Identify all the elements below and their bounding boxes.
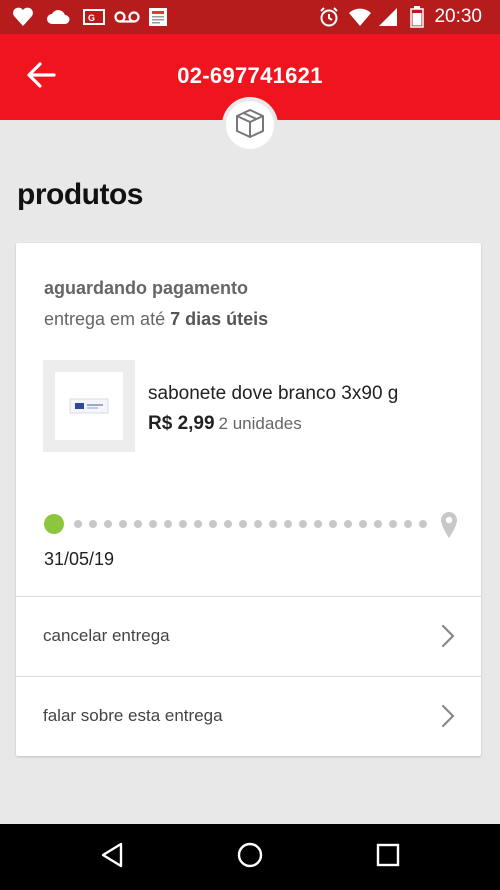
cloud-icon <box>46 7 70 27</box>
tracker-pending-dot <box>89 520 97 528</box>
nav-recents-button[interactable] <box>368 840 408 874</box>
delivery-prefix: entrega em até <box>44 309 166 329</box>
tracker-pending-dot <box>224 520 232 528</box>
tracker-pending-dot <box>299 520 307 528</box>
signal-icon <box>378 7 398 27</box>
card-icon: G <box>82 7 106 27</box>
home-circle-icon <box>236 841 264 874</box>
talk-about-delivery-label: falar sobre esta entrega <box>43 706 223 725</box>
tracker-pending-dot <box>149 520 157 528</box>
tracker-current-step <box>44 514 64 534</box>
tracker-pending-dot <box>134 520 142 528</box>
tracker-pending-dot <box>104 520 112 528</box>
tracker-pending-dot <box>314 520 322 528</box>
tracker-pending-dot <box>344 520 352 528</box>
order-number-title: 02-697741621 <box>177 63 323 88</box>
product-name: sabonete dove branco 3x90 g <box>148 383 399 404</box>
product-image[interactable] <box>43 360 135 452</box>
delivery-tracker <box>44 511 464 541</box>
box-icon <box>233 106 267 145</box>
tracker-pending-dot <box>269 520 277 528</box>
product-price: R$ 2,99 <box>148 413 215 434</box>
product-units: 2 unidades <box>218 414 302 433</box>
tracker-pending-dot <box>284 520 292 528</box>
cancel-delivery-row[interactable]: cancelar entrega <box>16 596 481 676</box>
tracker-pending-dot <box>254 520 262 528</box>
voicemail-icon <box>114 7 140 27</box>
tracker-date: 31/05/19 <box>44 549 115 569</box>
recents-square-icon <box>376 843 400 872</box>
tracker-pending-dot <box>239 520 247 528</box>
delivery-days: 7 dias úteis <box>170 309 269 329</box>
tracker-pending-dot <box>209 520 217 528</box>
tracker-pending-dot <box>359 520 367 528</box>
order-status: aguardando pagamento <box>44 278 249 298</box>
tracker-pending-dot <box>374 520 382 528</box>
heart-icon <box>12 7 34 27</box>
section-title: produtos <box>17 178 143 211</box>
tracker-pending-dot <box>329 520 337 528</box>
chevron-right-icon <box>441 624 455 653</box>
clock-time: 20:30 <box>434 6 482 27</box>
box-badge <box>222 97 278 153</box>
back-triangle-icon <box>100 842 124 873</box>
location-pin-icon <box>440 511 458 544</box>
tracker-pending-dot <box>74 520 82 528</box>
alarm-icon <box>318 7 340 27</box>
tracker-pending-dot <box>404 520 412 528</box>
wifi-icon <box>348 7 372 27</box>
status-bar: G 20:30 <box>0 0 500 34</box>
product-price-line: R$ 2,99 2 unidades <box>148 413 302 435</box>
nav-back-button[interactable] <box>92 840 132 874</box>
battery-icon <box>410 6 424 28</box>
chevron-right-icon <box>441 704 455 733</box>
tracker-pending-dot <box>119 520 127 528</box>
delivery-card: aguardando pagamento entrega em até 7 di… <box>16 243 481 756</box>
tracker-pending-dot <box>194 520 202 528</box>
talk-about-delivery-row[interactable]: falar sobre esta entrega <box>16 676 481 756</box>
system-nav-bar <box>0 824 500 890</box>
tracker-pending-dot <box>389 520 397 528</box>
soap-package-icon <box>69 398 109 414</box>
news-icon <box>148 7 168 27</box>
svg-text:G: G <box>88 13 95 23</box>
tracker-pending-dot <box>179 520 187 528</box>
tracker-pending-dot <box>419 520 427 528</box>
cancel-delivery-label: cancelar entrega <box>43 626 170 645</box>
delivery-estimate: entrega em até 7 dias úteis <box>44 309 268 330</box>
tracker-pending-dot <box>164 520 172 528</box>
nav-home-button[interactable] <box>230 840 270 874</box>
